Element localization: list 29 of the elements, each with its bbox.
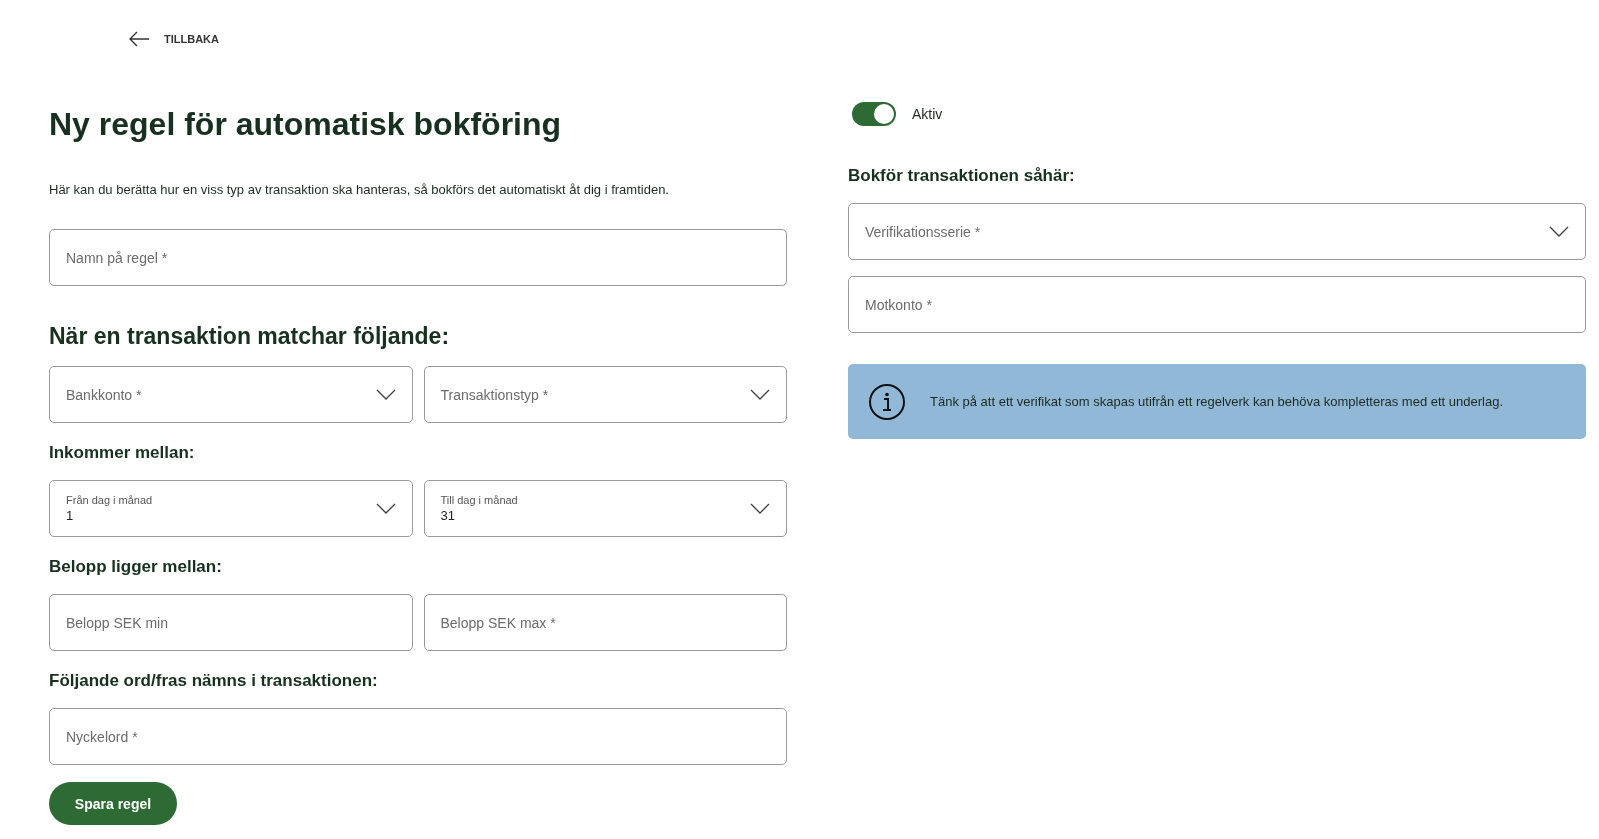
chevron-down-icon — [750, 388, 770, 401]
toggle-switch[interactable] — [852, 102, 896, 126]
chevron-down-icon — [375, 388, 396, 401]
dropdown-field[interactable]: Transaktionstyp * — [423, 366, 787, 423]
save-button[interactable]: Spara regel — [49, 782, 177, 825]
input-field[interactable]: Belopp SEK max * — [423, 594, 787, 651]
chevron-down-icon — [375, 502, 396, 515]
left-arrow-icon — [128, 31, 150, 47]
input-field[interactable]: Nyckelord * — [49, 708, 787, 765]
dropdown-field[interactable]: Verifikationsserie * — [848, 203, 1586, 260]
section-heading: När en transaktion matchar följande: — [49, 323, 451, 350]
dropdown-field[interactable]: Till dag i månad 31 — [423, 480, 787, 537]
description-text: Här kan du berätta hur en viss typ av transaktion ska hanteras, så bokförs det automatiskt åt dig i framtiden. — [49, 182, 670, 197]
section-heading: Bokför transaktionen såhär: — [848, 166, 1076, 186]
section-heading: Belopp ligger mellan: — [49, 557, 223, 577]
back-link[interactable]: TILLBAKA — [128, 31, 219, 47]
section-heading: Inkommer mellan: — [49, 443, 196, 463]
info-text: Tänk på att ett verifikat som skapas utifrån ett regelverk kan behöva kompletteras med ett underlag. — [930, 394, 1503, 409]
dropdown-field[interactable]: Från dag i månad 1 — [49, 480, 413, 537]
input-field[interactable]: Namn på regel * — [49, 229, 787, 286]
info-icon — [868, 382, 906, 421]
chevron-down-icon — [1549, 225, 1569, 238]
section-heading: Följande ord/fras nämns i transaktionen: — [49, 671, 379, 691]
chevron-down-icon — [750, 502, 770, 515]
dropdown-field[interactable]: Bankkonto * — [49, 366, 413, 423]
page-title: Ny regel för automatisk bokföring — [49, 105, 563, 144]
toggle-label: Aktiv — [912, 106, 943, 122]
input-field[interactable]: Belopp SEK min — [49, 594, 413, 651]
input-field[interactable]: Motkonto * — [848, 276, 1586, 333]
